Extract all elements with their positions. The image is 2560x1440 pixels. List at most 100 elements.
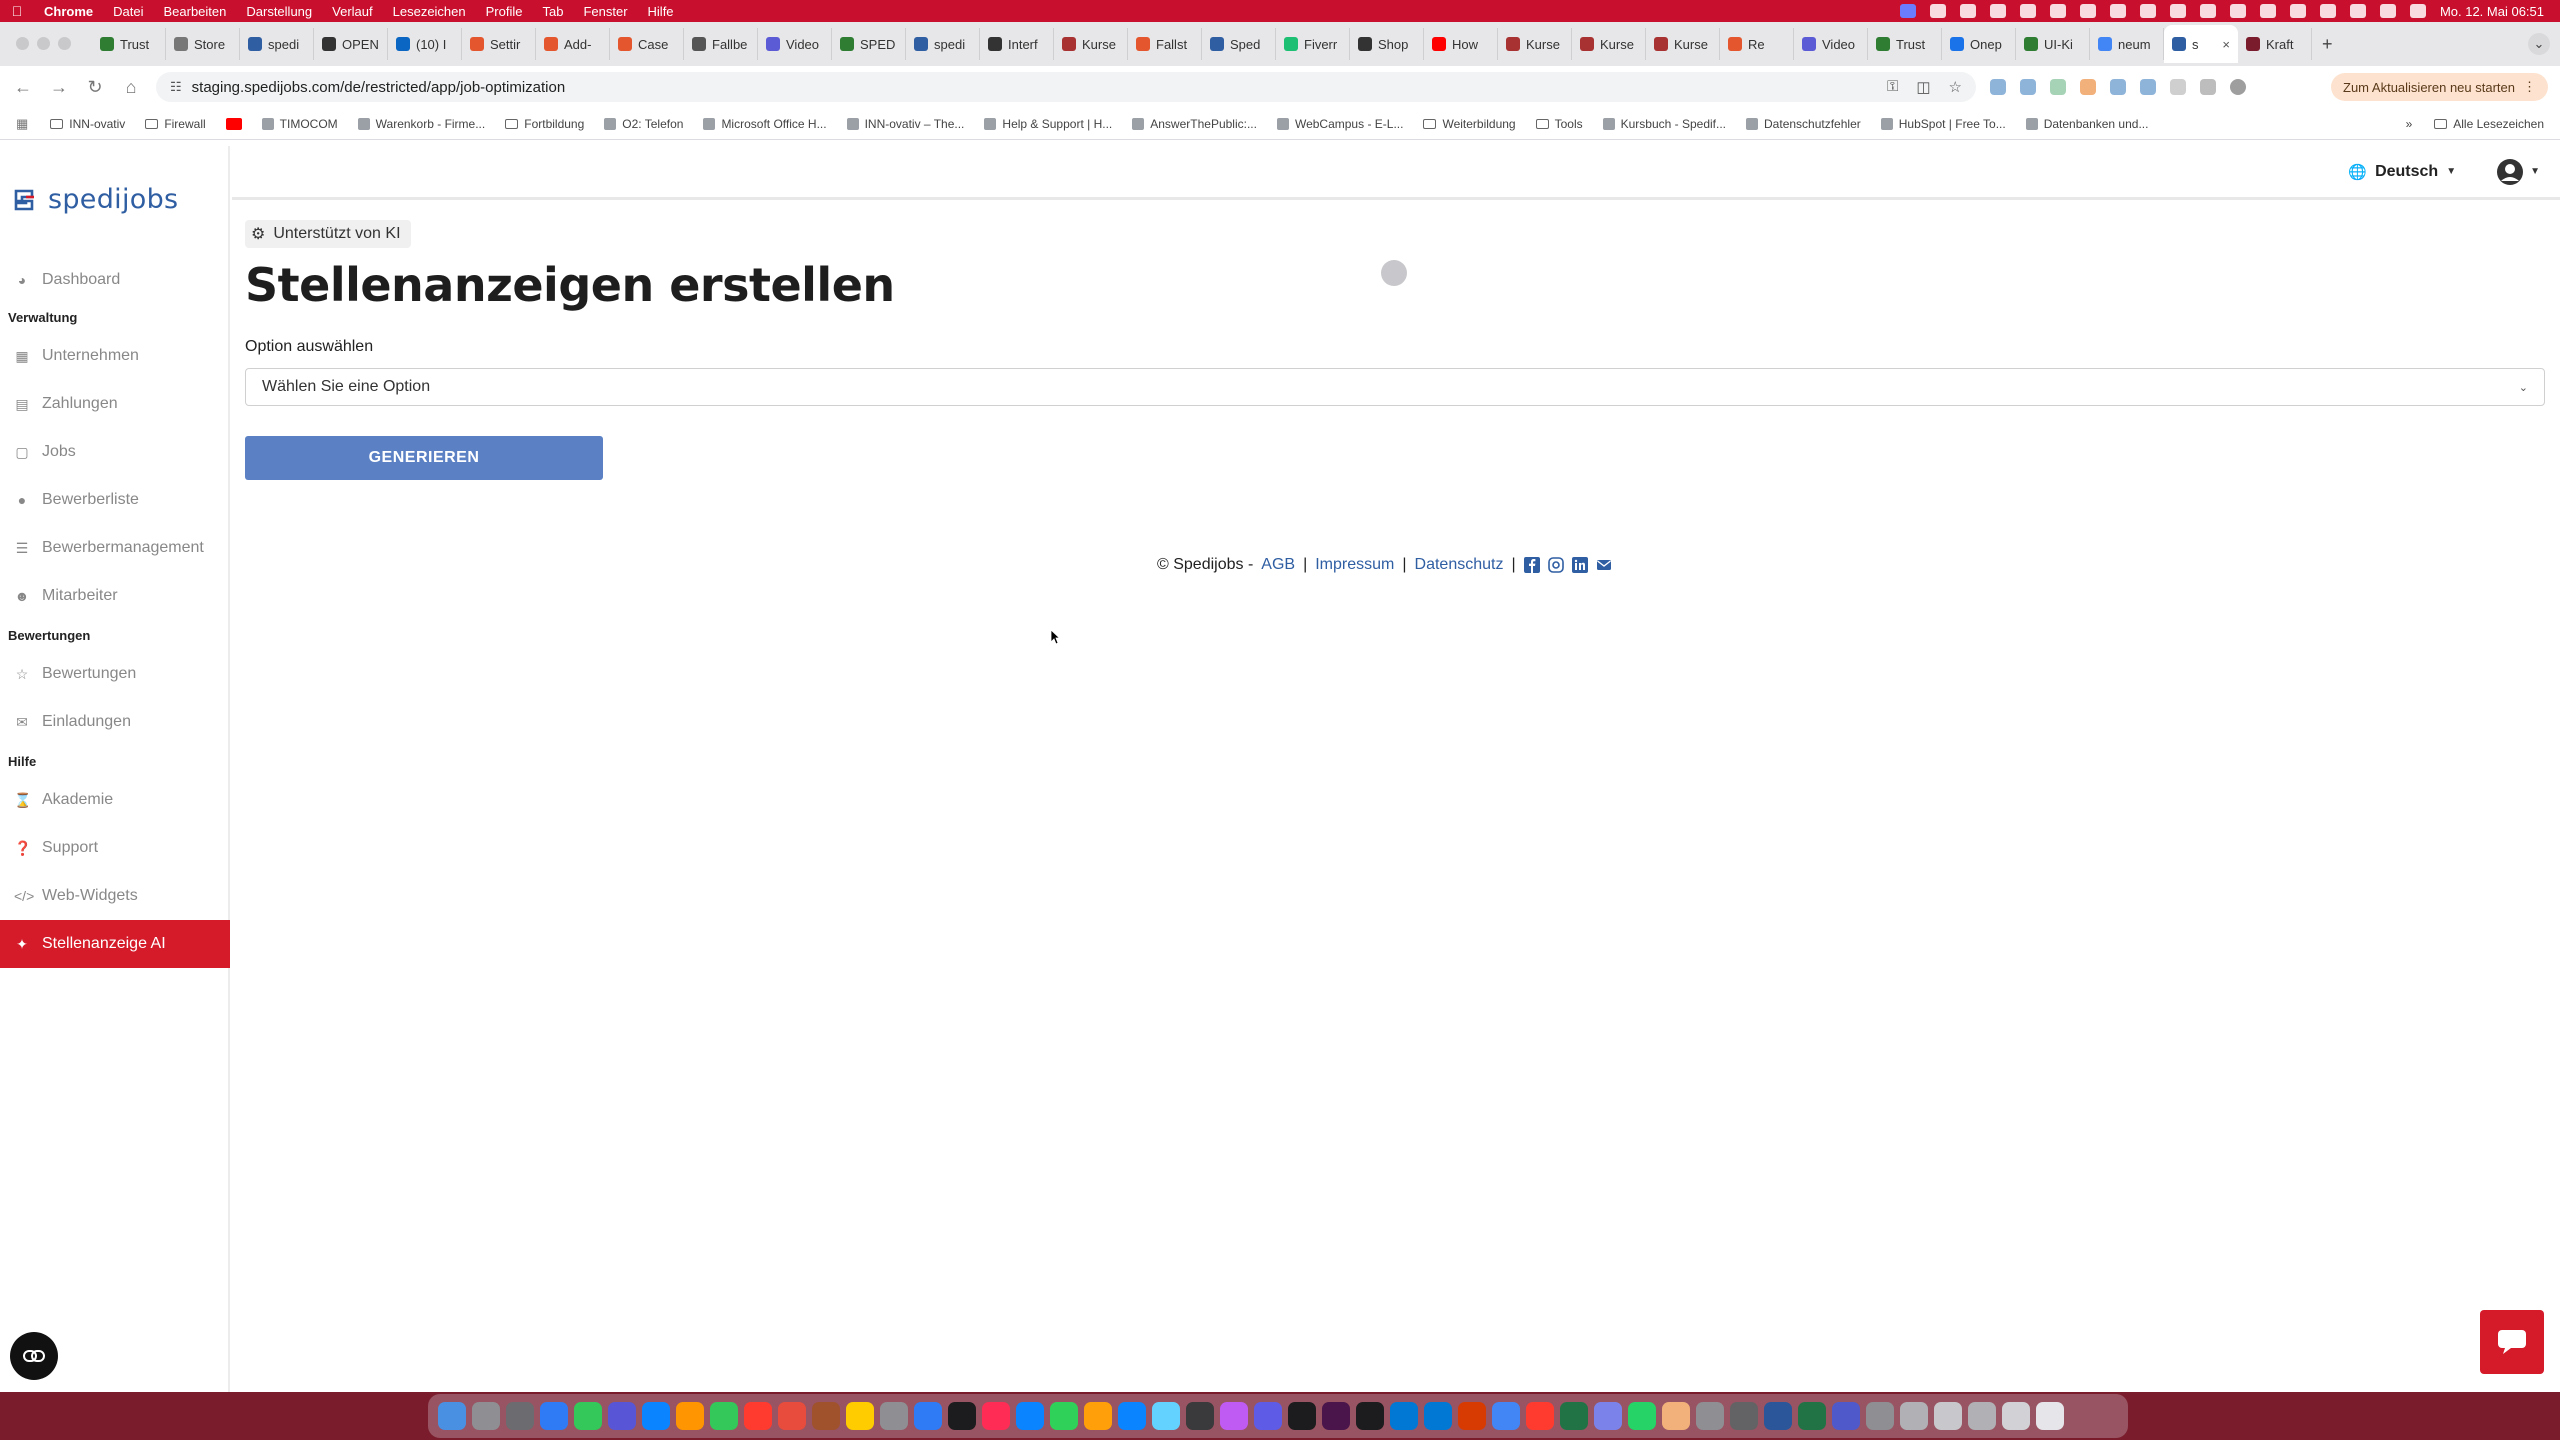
close-window-icon[interactable]: [16, 37, 29, 50]
dock-app-icon[interactable]: [1900, 1402, 1928, 1430]
browser-tab[interactable]: Trust: [92, 28, 166, 60]
maximize-window-icon[interactable]: [58, 37, 71, 50]
bookmark-item[interactable]: Warenkorb - Firme...: [357, 117, 485, 131]
browser-tab[interactable]: Add-: [536, 28, 610, 60]
site-info-icon[interactable]: ☷: [170, 79, 182, 95]
menu-lesezeichen[interactable]: Lesezeichen: [383, 4, 476, 19]
menu-bearbeiten[interactable]: Bearbeiten: [153, 4, 236, 19]
profile-avatar-icon[interactable]: [2230, 79, 2246, 95]
browser-tab[interactable]: Re: [1720, 28, 1794, 60]
extension-translate-icon[interactable]: [2140, 79, 2156, 95]
dock-app-icon[interactable]: [1866, 1402, 1894, 1430]
dock-app-icon[interactable]: [1118, 1402, 1146, 1430]
sidebar-item-zahlungen[interactable]: ▤ Zahlungen: [0, 380, 230, 428]
browser-tab[interactable]: Shop: [1350, 28, 1424, 60]
browser-tab[interactable]: How: [1424, 28, 1498, 60]
browser-tab[interactable]: (10) I: [388, 28, 462, 60]
extension-sync-icon[interactable]: [2170, 79, 2186, 95]
browser-tab[interactable]: Kurse: [1054, 28, 1128, 60]
sidebar-item-einladungen[interactable]: ✉ Einladungen: [0, 698, 230, 746]
bookmark-item[interactable]: INN-ovativ: [50, 117, 125, 131]
extensions-puzzle-icon[interactable]: [2200, 79, 2216, 95]
extension-upload-icon[interactable]: [2050, 79, 2066, 95]
screen-mirror-icon[interactable]: [1899, 4, 1916, 18]
dock-app-icon[interactable]: [506, 1402, 534, 1430]
minimize-window-icon[interactable]: [37, 37, 50, 50]
apps-grid-icon[interactable]: ▦: [16, 116, 28, 132]
dock-app-icon[interactable]: [880, 1402, 908, 1430]
footer-link-agb[interactable]: AGB: [1261, 556, 1295, 574]
home-icon[interactable]: ⌂: [120, 77, 142, 98]
dock-app-icon[interactable]: [642, 1402, 670, 1430]
dock-app-icon[interactable]: [540, 1402, 568, 1430]
skype-icon[interactable]: [2229, 4, 2246, 18]
dock-app-icon[interactable]: [846, 1402, 874, 1430]
bookmark-item[interactable]: HubSpot | Free To...: [1880, 117, 2006, 131]
browser-tab[interactable]: spedi: [240, 28, 314, 60]
gear-icon[interactable]: [2109, 4, 2126, 18]
menu-app-chrome[interactable]: Chrome: [34, 4, 103, 19]
bookmark-item[interactable]: [225, 117, 242, 130]
bookmark-item[interactable]: WebCampus - E-L...: [1276, 117, 1403, 131]
dock-app-icon[interactable]: [1356, 1402, 1384, 1430]
dock-app-icon[interactable]: [1084, 1402, 1112, 1430]
browser-tab[interactable]: Kurse: [1572, 28, 1646, 60]
dock-app-icon[interactable]: [914, 1402, 942, 1430]
sidebar-item-web-widgets[interactable]: </> Web-Widgets: [0, 872, 230, 920]
browser-tab[interactable]: Video: [1794, 28, 1868, 60]
browser-tab[interactable]: Video: [758, 28, 832, 60]
new-tab-icon[interactable]: +: [2312, 34, 2343, 55]
dock-app-icon[interactable]: [1016, 1402, 1044, 1430]
brand-logo[interactable]: spedijobs: [12, 184, 178, 215]
menu-hilfe[interactable]: Hilfe: [638, 4, 684, 19]
dock-app-icon[interactable]: [1322, 1402, 1350, 1430]
extension-cloud-icon[interactable]: [1990, 79, 2006, 95]
dock-app-icon[interactable]: [1730, 1402, 1758, 1430]
more-menu-icon[interactable]: ⋮: [2523, 79, 2536, 95]
menu-fenster[interactable]: Fenster: [573, 4, 637, 19]
menu-darstellung[interactable]: Darstellung: [236, 4, 322, 19]
sidebar-item-dashboard[interactable]: ◕ Dashboard: [0, 256, 230, 304]
dock-app-icon[interactable]: [1254, 1402, 1282, 1430]
bookmark-item[interactable]: Help & Support | H...: [984, 117, 1112, 131]
dock-app-icon[interactable]: [778, 1402, 806, 1430]
password-key-icon[interactable]: ⚿: [1887, 78, 1898, 96]
more-bookmarks-icon[interactable]: »: [2406, 117, 2413, 131]
footer-link-impressum[interactable]: Impressum: [1315, 556, 1394, 574]
browser-tab[interactable]: Onep: [1942, 28, 2016, 60]
dock-app-icon[interactable]: [948, 1402, 976, 1430]
forward-icon[interactable]: →: [48, 77, 70, 98]
browser-tab[interactable]: Sped: [1202, 28, 1276, 60]
sidebar-item-bewerberliste[interactable]: ● Bewerberliste: [0, 476, 230, 524]
menu-clock[interactable]: Mo. 12. Mai 06:51: [2440, 4, 2544, 19]
browser-tab[interactable]: Settir: [462, 28, 536, 60]
dock-app-icon[interactable]: [1968, 1402, 1996, 1430]
back-icon[interactable]: ←: [12, 77, 34, 98]
dock-app-icon[interactable]: [744, 1402, 772, 1430]
dock-app-icon[interactable]: [1662, 1402, 1690, 1430]
dock-app-icon[interactable]: [574, 1402, 602, 1430]
dock-app-icon[interactable]: [1288, 1402, 1316, 1430]
bookmark-item[interactable]: Kursbuch - Spedif...: [1602, 117, 1726, 131]
dock-app-icon[interactable]: [1560, 1402, 1588, 1430]
dock-app-icon[interactable]: [1424, 1402, 1452, 1430]
dock-app-icon[interactable]: [982, 1402, 1010, 1430]
dock-app-icon[interactable]: [1526, 1402, 1554, 1430]
dock-app-icon[interactable]: [1186, 1402, 1214, 1430]
dock-app-icon[interactable]: [1220, 1402, 1248, 1430]
help-widget-button[interactable]: [2480, 1310, 2544, 1374]
browser-tab[interactable]: Fiverr: [1276, 28, 1350, 60]
sidebar-item-support[interactable]: ❓ Support: [0, 824, 230, 872]
extension-globe-icon[interactable]: [2110, 79, 2126, 95]
wifi-icon[interactable]: [2349, 4, 2366, 18]
menu-tab[interactable]: Tab: [532, 4, 573, 19]
dock-app-icon[interactable]: [812, 1402, 840, 1430]
browser-tab[interactable]: SPED: [832, 28, 906, 60]
dock-app-icon[interactable]: [1492, 1402, 1520, 1430]
sidebar-item-bewerbermanagement[interactable]: ☰ Bewerbermanagement: [0, 524, 230, 572]
bookmark-item[interactable]: Tools: [1535, 117, 1583, 131]
dock-app-icon[interactable]: [1934, 1402, 1962, 1430]
bookmark-item[interactable]: Weiterbildung: [1423, 117, 1516, 131]
footer-link-datenschutz[interactable]: Datenschutz: [1415, 556, 1504, 574]
install-app-icon[interactable]: ◫: [1916, 78, 1930, 96]
